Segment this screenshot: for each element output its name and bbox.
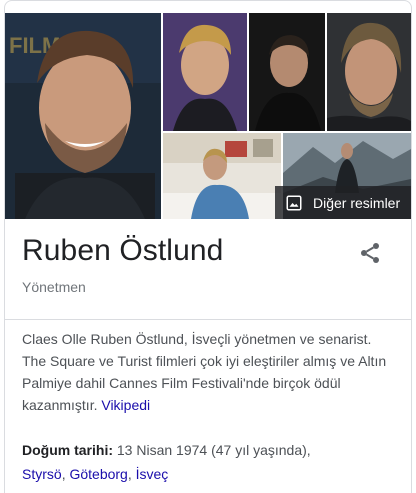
birth-place-link-styrso[interactable]: Styrsö	[22, 466, 62, 482]
share-icon[interactable]	[358, 241, 382, 265]
portrait-image-2[interactable]	[163, 13, 247, 131]
portrait-main-image[interactable]: FILM	[5, 13, 161, 219]
birth-label: Doğum tarihi:	[22, 442, 113, 458]
person-name: Ruben Östlund	[22, 234, 224, 267]
more-images-button[interactable]: Diğer resimler	[275, 186, 411, 219]
image-gallery: FILM Diğer resimler	[5, 1, 411, 219]
knowledge-panel: FILM Diğer resimler Ruben Östlund Yönetm…	[4, 0, 412, 493]
birth-place-link-isvec[interactable]: İsveç	[136, 466, 169, 482]
divider	[5, 319, 411, 320]
portrait-image-5[interactable]	[163, 133, 281, 219]
person-subtitle: Yönetmen	[22, 279, 86, 295]
title-block: Ruben Östlund Yönetmen	[5, 219, 411, 319]
birth-value: 13 Nisan 1974 (47 yıl yaşında),	[116, 442, 311, 458]
image-icon	[286, 195, 302, 210]
birth-place-link-goteborg[interactable]: Göteborg	[69, 466, 127, 482]
portrait-image-3[interactable]	[249, 13, 325, 131]
portrait-image-4[interactable]	[327, 13, 411, 131]
description: Claes Olle Ruben Östlund, İsveçli yönetm…	[22, 328, 398, 416]
more-images-label: Diğer resimler	[313, 194, 401, 211]
description-text: Claes Olle Ruben Östlund, İsveçli yönetm…	[22, 331, 387, 413]
wikipedia-link[interactable]: Vikipedi	[101, 397, 150, 413]
birth-info: Doğum tarihi: 13 Nisan 1974 (47 yıl yaşı…	[22, 442, 311, 482]
